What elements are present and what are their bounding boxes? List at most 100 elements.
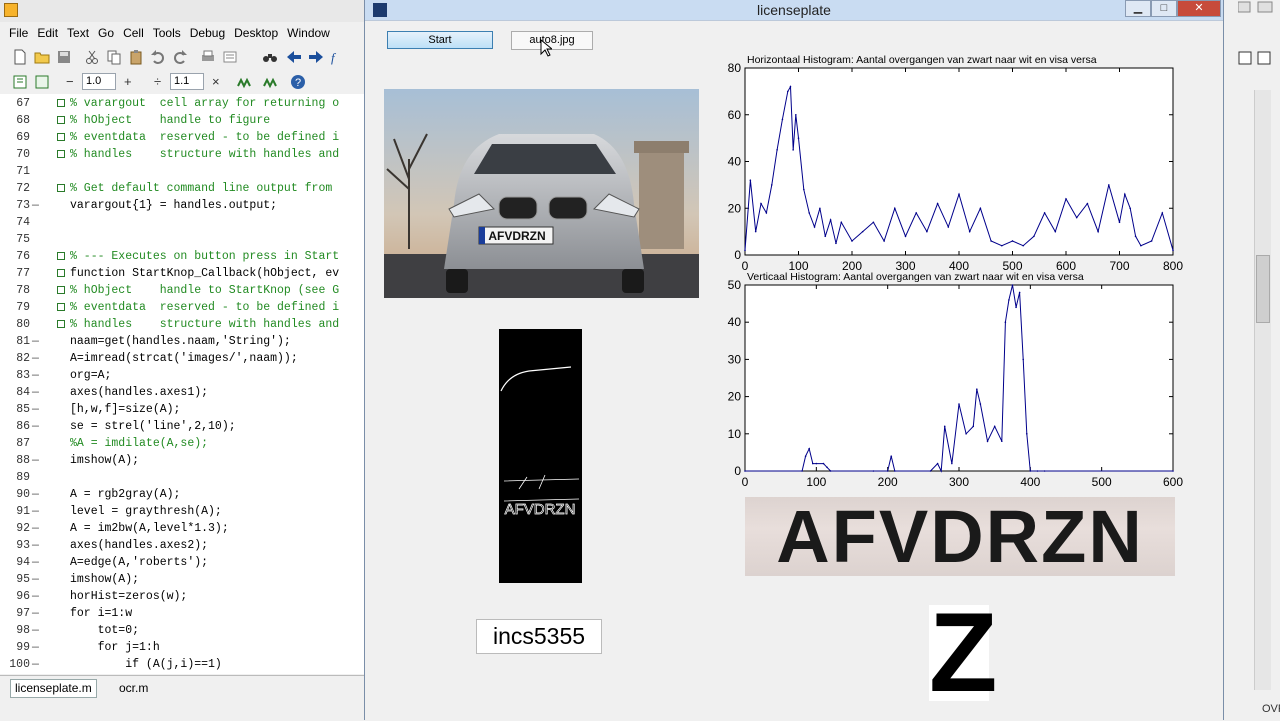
breakpoint-marker[interactable]: — (32, 520, 42, 537)
code-line[interactable]: 68 % hObject handle to figure (0, 112, 366, 129)
save-icon[interactable] (56, 49, 72, 65)
code-fold-marker[interactable] (57, 99, 65, 107)
code-line[interactable]: 82— A=imread(strcat('images/',naam)); (0, 350, 366, 367)
run-advance-icon[interactable] (262, 74, 278, 90)
code-line[interactable]: 71 (0, 163, 366, 180)
code-line[interactable]: 83— org=A; (0, 367, 366, 384)
code-line[interactable]: 92— A = im2bw(A,level*1.3); (0, 520, 366, 537)
filename-field[interactable]: auto8.jpg (511, 31, 593, 50)
code-area[interactable]: 67 % varargout cell array for returning o… (0, 94, 366, 674)
code-line[interactable]: 99— for j=1:h (0, 639, 366, 656)
run-cell-icon[interactable] (236, 74, 252, 90)
breakpoint-marker[interactable]: — (32, 656, 42, 673)
tab-ocr[interactable]: ocr.m (114, 679, 153, 698)
minimize-button[interactable]: ▁ (1125, 0, 1151, 17)
code-fold-marker[interactable] (57, 116, 65, 124)
breakpoint-marker[interactable]: — (32, 367, 42, 384)
decrement-button[interactable]: − (66, 73, 74, 90)
menu-file[interactable]: File (9, 24, 28, 42)
cut-icon[interactable] (84, 49, 100, 65)
breakpoint-marker[interactable]: — (32, 554, 42, 571)
code-line[interactable]: 85— [h,w,f]=size(A); (0, 401, 366, 418)
breakpoint-marker[interactable]: — (32, 622, 42, 639)
scrollbar-thumb[interactable] (1256, 255, 1270, 323)
cell-mode-icon[interactable] (12, 74, 28, 90)
breakpoint-marker[interactable]: — (32, 418, 42, 435)
code-line[interactable]: 98— tot=0; (0, 622, 366, 639)
divide-button[interactable]: ÷ (154, 73, 161, 90)
redo-icon[interactable] (172, 49, 188, 65)
breakpoint-marker[interactable]: — (32, 197, 42, 214)
code-line[interactable]: 72 % Get default command line output from (0, 180, 366, 197)
start-button[interactable]: Start (387, 31, 493, 49)
code-line[interactable]: 76 % --- Executes on button press in Star… (0, 248, 366, 265)
code-line[interactable]: 89 (0, 469, 366, 486)
code-fold-marker[interactable] (57, 252, 65, 260)
code-line[interactable]: 95— imshow(A); (0, 571, 366, 588)
code-fold-marker[interactable] (57, 133, 65, 141)
paste-icon[interactable] (128, 49, 144, 65)
new-file-icon[interactable] (12, 49, 28, 65)
code-fold-marker[interactable] (57, 269, 65, 277)
binoculars-icon[interactable] (262, 49, 278, 65)
code-line[interactable]: 75 (0, 231, 366, 248)
code-fold-marker[interactable] (57, 320, 65, 328)
code-line[interactable]: 87 %A = imdilate(A,se); (0, 435, 366, 452)
code-fold-marker[interactable] (57, 286, 65, 294)
menu-tools[interactable]: Tools (153, 24, 181, 42)
code-line[interactable]: 97— for i=1:w (0, 605, 366, 622)
print-icon[interactable] (200, 49, 216, 65)
menu-cell[interactable]: Cell (123, 24, 144, 42)
code-line[interactable]: 90— A = rgb2gray(A); (0, 486, 366, 503)
function-icon[interactable]: f (330, 49, 346, 65)
breakpoint-marker[interactable]: — (32, 333, 42, 350)
code-line[interactable]: 69 % eventdata reserved - to be defined i (0, 129, 366, 146)
breakpoint-marker[interactable]: — (32, 486, 42, 503)
close-button[interactable]: ✕ (1177, 0, 1221, 17)
code-line[interactable]: 73— varargout{1} = handles.output; (0, 197, 366, 214)
breakpoint-marker[interactable]: — (32, 571, 42, 588)
menu-go[interactable]: Go (98, 24, 114, 42)
code-line[interactable]: 77 function StartKnop_Callback(hObject, e… (0, 265, 366, 282)
increment-value-field[interactable]: 1.0 (82, 73, 116, 90)
increment-button[interactable]: + (124, 73, 132, 90)
back-arrow-icon[interactable] (286, 49, 302, 65)
help-icon[interactable]: ? (290, 74, 306, 90)
menu-edit[interactable]: Edit (37, 24, 58, 42)
code-line[interactable]: 93— axes(handles.axes2); (0, 537, 366, 554)
code-line[interactable]: 80 % handles structure with handles and (0, 316, 366, 333)
breakpoint-marker[interactable]: — (32, 605, 42, 622)
code-line[interactable]: 100— if (A(j,i)==1) (0, 656, 366, 673)
breakpoint-marker[interactable]: — (32, 401, 42, 418)
code-fold-marker[interactable] (57, 150, 65, 158)
maximize-button[interactable]: □ (1151, 0, 1177, 17)
code-line[interactable]: 86— se = strel('line',2,10); (0, 418, 366, 435)
menu-text[interactable]: Text (67, 24, 89, 42)
code-line[interactable]: 84— axes(handles.axes1); (0, 384, 366, 401)
breakpoint-marker[interactable]: — (32, 452, 42, 469)
tab-licenseplate[interactable]: licenseplate.m (10, 679, 97, 698)
menu-window[interactable]: Window (287, 24, 330, 42)
code-line[interactable]: 96— horHist=zeros(w); (0, 588, 366, 605)
code-line[interactable]: 78 % hObject handle to StartKnop (see G (0, 282, 366, 299)
code-line[interactable]: 67 % varargout cell array for returning o (0, 95, 366, 112)
code-fold-marker[interactable] (57, 303, 65, 311)
menu-debug[interactable]: Debug (190, 24, 225, 42)
breakpoint-marker[interactable]: — (32, 588, 42, 605)
find-files-icon[interactable] (222, 49, 238, 65)
forward-arrow-icon[interactable] (308, 49, 324, 65)
undo-icon[interactable] (150, 49, 166, 65)
code-line[interactable]: 91— level = graythresh(A); (0, 503, 366, 520)
eval-cell-icon[interactable] (34, 74, 50, 90)
code-fold-marker[interactable] (57, 184, 65, 192)
vertical-scrollbar[interactable] (1254, 90, 1271, 690)
breakpoint-marker[interactable]: — (32, 639, 42, 656)
code-line[interactable]: 94— A=edge(A,'roberts'); (0, 554, 366, 571)
code-line[interactable]: 81— naam=get(handles.naam,'String'); (0, 333, 366, 350)
code-line[interactable]: 74 (0, 214, 366, 231)
breakpoint-marker[interactable]: — (32, 350, 42, 367)
code-line[interactable]: 70 % handles structure with handles and (0, 146, 366, 163)
breakpoint-marker[interactable]: — (32, 384, 42, 401)
breakpoint-marker[interactable]: — (32, 537, 42, 554)
multiplier-value-field[interactable]: 1.1 (170, 73, 204, 90)
